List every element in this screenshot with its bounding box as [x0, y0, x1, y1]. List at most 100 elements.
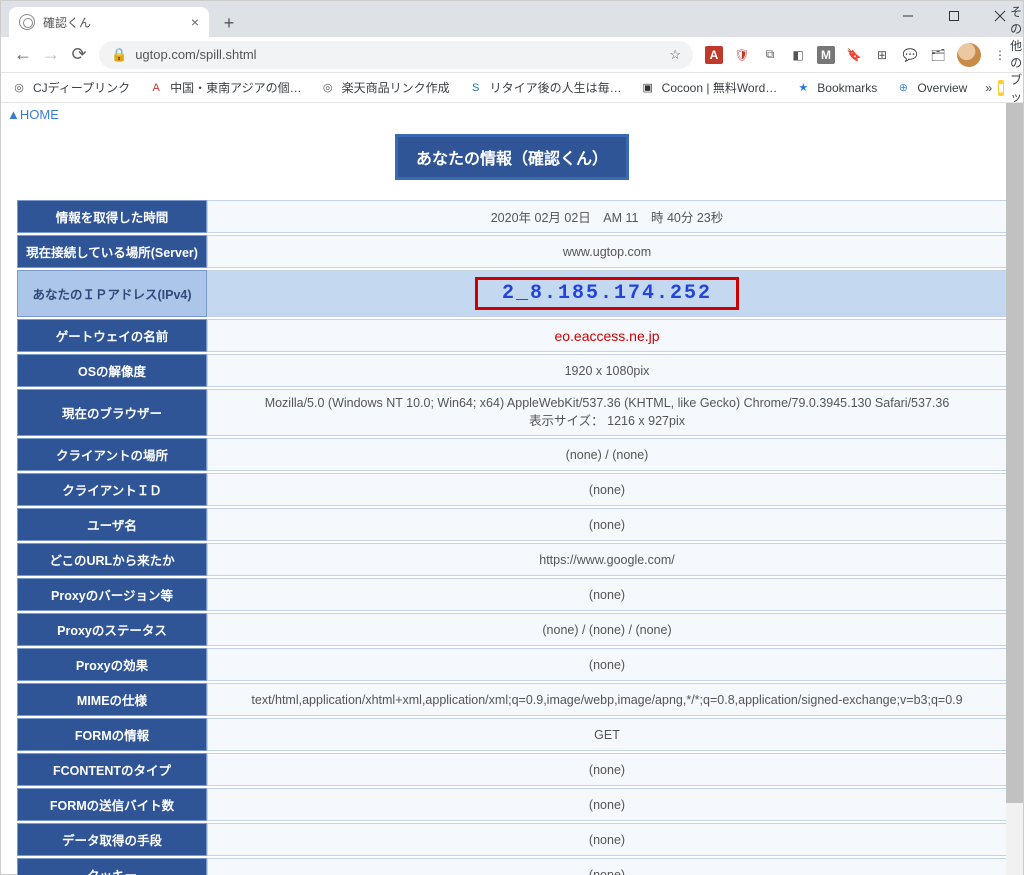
row-value: text/html,application/xhtml+xml,applicat…	[207, 683, 1007, 716]
row-value: www.ugtop.com	[207, 235, 1007, 268]
ext-icon-6[interactable]: 🔖	[845, 46, 863, 64]
info-row: FORMの情報GET	[17, 718, 1007, 751]
scrollbar-thumb[interactable]	[1006, 103, 1023, 803]
url-bar[interactable]: 🔒 ugtop.com/spill.shtml ☆	[99, 41, 693, 69]
row-label: FORMの情報	[17, 718, 207, 751]
page-content: ▲HOME あなたの情報（確認くん） 情報を取得した時間2020年 02月 02…	[1, 103, 1023, 875]
bookmark-icon: ⊕	[895, 80, 911, 96]
info-row: クッキー(none)	[17, 858, 1007, 875]
row-value: (none)	[207, 858, 1007, 875]
row-label: 現在接続している場所(Server)	[17, 235, 207, 268]
bookmark-label: Cocoon | 無料Word…	[662, 79, 778, 96]
info-row: クライアントの場所(none) / (none)	[17, 438, 1007, 471]
bookmark-label: CJディープリンク	[33, 79, 130, 96]
ext-icon-5[interactable]: M	[817, 46, 835, 64]
info-row: FORMの送信バイト数(none)	[17, 788, 1007, 821]
row-value: 1920 x 1080pix	[207, 354, 1007, 387]
row-label: MIMEの仕様	[17, 683, 207, 716]
tab-strip: 確認くん × +	[1, 1, 1023, 37]
back-button[interactable]: ←	[9, 41, 37, 69]
row-label: ユーザ名	[17, 508, 207, 541]
ext-icon-9[interactable]: 🗂	[929, 46, 947, 64]
info-row: Proxyのステータス(none) / (none) / (none)	[17, 613, 1007, 646]
ext-icon-8[interactable]: 💬	[901, 46, 919, 64]
ext-icon-3[interactable]: ⧉	[761, 46, 779, 64]
row-label: Proxyのバージョン等	[17, 578, 207, 611]
bookmark-item[interactable]: ★Bookmarks	[795, 80, 877, 96]
info-row: あなたのＩＰアドレス(IPv4) 2_8.185.174.252	[17, 270, 1007, 317]
row-label: FCONTENTのタイプ	[17, 753, 207, 786]
tab-active[interactable]: 確認くん ×	[9, 7, 209, 37]
new-tab-button[interactable]: +	[215, 9, 243, 37]
window-controls	[885, 1, 1023, 31]
folder-icon: ▮	[998, 80, 1004, 96]
info-row: OSの解像度1920 x 1080pix	[17, 354, 1007, 387]
reload-button[interactable]: ⟳	[65, 41, 93, 69]
info-row: MIMEの仕様text/html,application/xhtml+xml,a…	[17, 683, 1007, 716]
star-icon[interactable]: ☆	[669, 47, 681, 63]
row-value: GET	[207, 718, 1007, 751]
row-label: あなたのＩＰアドレス(IPv4)	[17, 270, 207, 317]
row-label: FORMの送信バイト数	[17, 788, 207, 821]
forward-button[interactable]: →	[37, 41, 65, 69]
ext-icon-4[interactable]: ◧	[789, 46, 807, 64]
bookmark-icon: ◎	[320, 80, 336, 96]
bookmark-item[interactable]: ▣ Cocoon | 無料Word…	[640, 79, 778, 96]
bookmark-label: Overview	[917, 81, 967, 95]
extension-icons: A 🛡 ⧉ ◧ M 🔖 ⊞ 💬 🗂 ⋮	[699, 43, 1015, 67]
tab-close-icon[interactable]: ×	[191, 14, 199, 30]
globe-icon	[19, 14, 35, 30]
home-link[interactable]: ▲HOME	[1, 103, 1023, 126]
row-value: 2_8.185.174.252	[207, 270, 1007, 317]
bookmark-item[interactable]: ◎ CJディープリンク	[11, 79, 130, 96]
bookmark-label: リタイア後の人生は毎…	[490, 79, 622, 96]
row-label: ゲートウェイの名前	[17, 319, 207, 352]
profile-avatar[interactable]	[957, 43, 981, 67]
ext-icon-2[interactable]: 🛡	[733, 46, 751, 64]
info-row: Proxyの効果(none)	[17, 648, 1007, 681]
maximize-button[interactable]	[931, 1, 977, 31]
row-value: (none)	[207, 473, 1007, 506]
row-value: (none)	[207, 578, 1007, 611]
info-row: データ取得の手段(none)	[17, 823, 1007, 856]
row-label: クッキー	[17, 858, 207, 875]
row-value: (none) / (none) / (none)	[207, 613, 1007, 646]
bookmark-item[interactable]: ⊕ Overview	[895, 80, 967, 96]
bookmarks-bar: ◎ CJディープリンク A中国・東南アジアの個… ◎楽天商品リンク作成 S リタイア後の人…	[1, 73, 1023, 103]
bookmark-icon: S	[468, 80, 484, 96]
close-button[interactable]	[977, 1, 1023, 31]
row-value: (none)	[207, 648, 1007, 681]
row-label: OSの解像度	[17, 354, 207, 387]
row-value: 2020年 02月 02日 AM 11 時 40分 23秒	[207, 200, 1007, 233]
row-value: https://www.google.com/	[207, 543, 1007, 576]
bookmark-item[interactable]: A中国・東南アジアの個…	[148, 79, 302, 96]
row-label: Proxyの効果	[17, 648, 207, 681]
bookmark-icon: ★	[795, 80, 811, 96]
row-label: クライアントＩＤ	[17, 473, 207, 506]
info-row: ユーザ名(none)	[17, 508, 1007, 541]
row-value: (none)	[207, 753, 1007, 786]
info-row: ゲートウェイの名前eo.eaccess.ne.jp	[17, 319, 1007, 352]
info-row: Proxyのバージョン等(none)	[17, 578, 1007, 611]
info-table: 情報を取得した時間2020年 02月 02日 AM 11 時 40分 23秒現在…	[17, 198, 1007, 875]
info-row: 現在のブラウザーMozilla/5.0 (Windows NT 10.0; Wi…	[17, 389, 1007, 436]
url-text: ugtop.com/spill.shtml	[135, 47, 256, 62]
chevron-icon: »	[985, 81, 992, 95]
bookmark-item[interactable]: S リタイア後の人生は毎…	[468, 79, 622, 96]
bookmark-item[interactable]: ◎楽天商品リンク作成	[320, 79, 450, 96]
tab-title: 確認くん	[43, 14, 91, 31]
ext-icon-7[interactable]: ⊞	[873, 46, 891, 64]
row-label: クライアントの場所	[17, 438, 207, 471]
banner-title: あなたの情報（確認くん）	[395, 134, 629, 180]
row-value: Mozilla/5.0 (Windows NT 10.0; Win64; x64…	[207, 389, 1007, 436]
row-label: どこのURLから来たか	[17, 543, 207, 576]
minimize-button[interactable]	[885, 1, 931, 31]
ext-icon-1[interactable]: A	[705, 46, 723, 64]
ip-address: 2_8.185.174.252	[475, 277, 739, 310]
row-label: Proxyのステータス	[17, 613, 207, 646]
row-value: (none)	[207, 508, 1007, 541]
bookmark-icon: ▣	[640, 80, 656, 96]
info-row: 現在接続している場所(Server)www.ugtop.com	[17, 235, 1007, 268]
bookmark-icon: ◎	[11, 80, 27, 96]
bookmark-label: 中国・東南アジアの個…	[170, 79, 302, 96]
